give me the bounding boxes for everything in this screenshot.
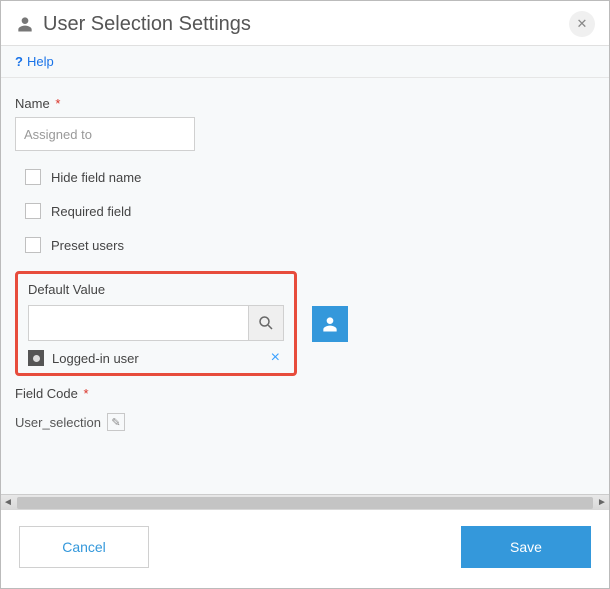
default-value-label: Default Value	[28, 282, 284, 297]
help-label: Help	[27, 54, 54, 69]
default-value-input[interactable]	[28, 305, 248, 341]
required-field-label: Required field	[51, 204, 131, 219]
default-value-search-button[interactable]	[248, 305, 284, 341]
default-value-input-row	[28, 305, 284, 341]
required-marker: *	[84, 386, 89, 401]
name-input[interactable]	[15, 117, 195, 151]
user-selection-settings-dialog: User Selection Settings ✕ ? Help Name * …	[0, 0, 610, 589]
logged-in-user-label: Logged-in user	[52, 351, 139, 366]
scroll-left-arrow-icon: ◄	[1, 496, 15, 510]
help-link[interactable]: ? Help	[15, 54, 54, 69]
org-user-picker-button[interactable]	[312, 306, 348, 342]
remove-default-value-button[interactable]: ×	[267, 349, 284, 367]
hide-field-name-checkbox[interactable]	[25, 169, 41, 185]
default-value-selected-row: Logged-in user ×	[28, 349, 284, 367]
dialog-body: Name * Hide field name Required field Pr…	[1, 78, 609, 494]
dialog-footer: Cancel Save	[1, 510, 609, 588]
search-icon	[257, 314, 275, 332]
preset-users-row: Preset users	[25, 237, 595, 253]
field-code-value-row: User_selection ✎	[15, 413, 125, 431]
field-code-section: Field Code * User_selection ✎	[15, 386, 595, 431]
close-icon: ✕	[577, 16, 588, 32]
required-field-row: Required field	[25, 203, 595, 219]
user-org-icon	[320, 314, 340, 334]
close-button[interactable]: ✕	[569, 11, 595, 37]
logged-in-user-radio[interactable]	[28, 350, 44, 366]
dialog-titlebar: User Selection Settings ✕	[1, 1, 609, 46]
field-code-label: Field Code *	[15, 386, 595, 401]
required-marker: *	[55, 96, 60, 111]
options-list: Hide field name Required field Preset us…	[25, 169, 595, 253]
help-bar: ? Help	[1, 46, 609, 78]
hide-field-name-label: Hide field name	[51, 170, 141, 185]
scroll-right-arrow-icon: ►	[595, 496, 609, 510]
required-field-checkbox[interactable]	[25, 203, 41, 219]
edit-field-code-button[interactable]: ✎	[107, 413, 125, 431]
default-value-section: Default Value Logged-in user ×	[15, 271, 297, 376]
help-icon: ?	[15, 54, 23, 69]
pencil-icon: ✎	[111, 416, 120, 429]
save-button[interactable]: Save	[461, 526, 591, 568]
dialog-title: User Selection Settings	[43, 13, 569, 36]
cancel-button[interactable]: Cancel	[19, 526, 149, 568]
horizontal-scrollbar[interactable]: ◄ ►	[1, 494, 609, 510]
scrollbar-track	[17, 497, 593, 509]
hide-field-name-row: Hide field name	[25, 169, 595, 185]
user-icon	[15, 14, 35, 34]
preset-users-checkbox[interactable]	[25, 237, 41, 253]
field-code-value: User_selection	[15, 415, 101, 430]
preset-users-label: Preset users	[51, 238, 124, 253]
name-label: Name *	[15, 96, 595, 111]
remove-icon: ×	[271, 349, 280, 366]
